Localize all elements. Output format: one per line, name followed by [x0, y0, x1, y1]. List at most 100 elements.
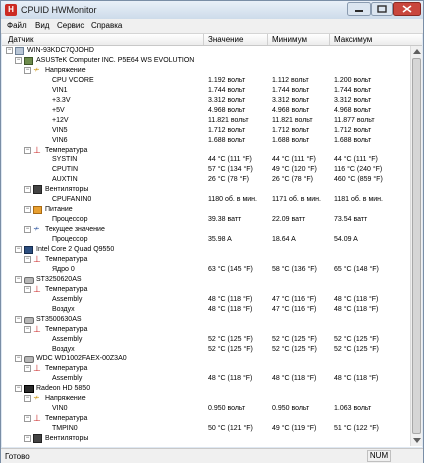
collapse-toggle-icon[interactable]: −	[15, 275, 22, 283]
column-sensor[interactable]: Датчик	[8, 35, 34, 44]
sensor-value: 52 °C (125 °F)	[208, 345, 253, 353]
column-value[interactable]: Значение	[208, 35, 243, 44]
sensor-label: Воздух	[52, 305, 75, 313]
collapse-toggle-icon[interactable]: −	[24, 206, 31, 214]
sensor-label: VIN6	[52, 136, 68, 144]
collapse-toggle-icon[interactable]: −	[15, 355, 22, 363]
sensor-max: 65 °C (148 °F)	[334, 265, 379, 273]
collapse-toggle-icon[interactable]: −	[24, 186, 31, 194]
sensor-row[interactable]: +5V 4.968 вольт 4.968 вольт 4.968 вольт	[2, 106, 410, 115]
voltage-icon: ≁	[33, 64, 40, 74]
collapse-toggle-icon[interactable]: −	[24, 415, 31, 423]
sensor-label: ST3250620AS	[36, 275, 82, 283]
collapse-toggle-icon[interactable]: −	[24, 395, 31, 403]
scrollbar-thumb[interactable]	[412, 58, 421, 434]
tree-node[interactable]: − Вентиляторы	[2, 434, 410, 444]
column-min[interactable]: Минимум	[272, 35, 307, 44]
tree-node[interactable]: − Radeon HD 5850	[2, 384, 410, 394]
sensor-max: 51 °C (122 °F)	[334, 425, 379, 433]
tree-node[interactable]: − ≁ Напряжение	[2, 394, 410, 403]
collapse-toggle-icon[interactable]: −	[24, 66, 31, 74]
sensor-label: VIN1	[52, 86, 68, 94]
collapse-toggle-icon[interactable]: −	[6, 47, 13, 54]
collapse-toggle-icon[interactable]: −	[24, 325, 31, 333]
sensor-row[interactable]: Assembly 52 °C (125 °F) 52 °C (125 °F) 52 °…	[2, 335, 410, 344]
sensor-label: Вентиляторы	[45, 435, 89, 443]
sensor-row[interactable]: AUXTIN 26 °C (78 °F) 26 °C (78 °F) 460 °C (…	[2, 175, 410, 184]
sensor-max: 11.877 вольт	[334, 116, 375, 124]
close-button[interactable]	[393, 2, 421, 16]
collapse-toggle-icon[interactable]: −	[24, 365, 31, 373]
column-max[interactable]: Максимум	[334, 35, 372, 44]
tree-node[interactable]: − Intel Core 2 Quad Q9550	[2, 245, 410, 254]
voltage-icon: ≁	[33, 393, 40, 403]
tree-node[interactable]: − ⊥ Температура	[2, 145, 410, 155]
tree-node[interactable]: − ⊥ Температура	[2, 414, 410, 423]
tree-node[interactable]: − ⊥ Температура	[2, 364, 410, 373]
tree-node[interactable]: − Питание	[2, 205, 410, 215]
column-separator[interactable]	[267, 34, 268, 45]
sensor-label: Температура	[45, 285, 88, 293]
collapse-toggle-icon[interactable]: −	[15, 246, 22, 253]
collapse-toggle-icon[interactable]: −	[24, 285, 31, 293]
collapse-toggle-icon[interactable]: −	[15, 56, 22, 64]
sensor-row[interactable]: VIN1 1.744 вольт 1.744 вольт 1.744 вольт	[2, 86, 410, 95]
tree-node[interactable]: − ASUSTeK Computer INC. P5E64 WS EVOLUTIO…	[2, 56, 410, 65]
column-separator[interactable]	[203, 34, 204, 45]
sensor-row[interactable]: Воздух 48 °C (118 °F) 47 °C (116 °F) 48 °C …	[2, 305, 410, 314]
sensor-row[interactable]: CPUTIN 57 °C (134 °F) 49 °C (120 °F) 116 °C…	[2, 165, 410, 174]
sensor-row[interactable]: Ядро 0 63 °C (145 °F) 58 °C (136 °F) 65 °C …	[2, 265, 410, 274]
sensor-row[interactable]: +3.3V 3.312 вольт 3.312 вольт 3.312 вольт	[2, 96, 410, 105]
sensor-max: 48 °C (118 °F)	[334, 295, 379, 303]
tree-node[interactable]: − Вентиляторы	[2, 185, 410, 195]
sensor-row[interactable]: CPU VCORE 1.192 вольт 1.112 вольт 1.200 вол…	[2, 76, 410, 85]
collapse-toggle-icon[interactable]: −	[15, 315, 22, 323]
menu-tools[interactable]: Сервис	[57, 21, 84, 30]
collapse-toggle-icon[interactable]: −	[24, 255, 31, 263]
tree-node[interactable]: − ≁ Текущее значение	[2, 225, 410, 234]
tree-node[interactable]: − ≁ Напряжение	[2, 64, 410, 75]
hard-drive-icon	[24, 316, 34, 324]
sensor-label: Ядро 0	[52, 265, 75, 273]
tree-node[interactable]: − WDC WD1002FAEX-00Z3A0	[2, 354, 410, 364]
collapse-toggle-icon[interactable]: −	[24, 435, 31, 443]
tree-node[interactable]: − ⊥ Температура	[2, 324, 410, 334]
sensor-label: Температура	[45, 415, 88, 423]
collapse-toggle-icon[interactable]: −	[15, 385, 22, 393]
sensor-row[interactable]: Процессор 39.38 ватт 22.09 ватт 73.54 ватт	[2, 215, 410, 224]
sensor-value: 57 °C (134 °F)	[208, 166, 253, 174]
sensor-value: 0.950 вольт	[208, 405, 246, 413]
sensor-row[interactable]: VIN0 0.950 вольт 0.950 вольт 1.063 вольт	[2, 404, 410, 413]
tree-node[interactable]: − ST3250620AS	[2, 275, 410, 284]
sensor-row[interactable]: VIN6 1.688 вольт 1.688 вольт 1.688 вольт	[2, 136, 410, 145]
minimize-button[interactable]	[347, 2, 371, 16]
collapse-toggle-icon[interactable]: −	[24, 226, 31, 234]
sensor-row[interactable]: Процессор 35.98 A 18.64 A 54.09 A	[2, 235, 410, 244]
tree-node[interactable]: − ⊥ Температура	[2, 254, 410, 264]
sensor-max: 54.09 A	[334, 236, 358, 244]
sensor-row[interactable]: Assembly 48 °C (118 °F) 47 °C (116 °F) 48 °…	[2, 295, 410, 304]
tree-node[interactable]: − ⊥ Температура	[2, 284, 410, 294]
sensor-max: 44 °C (111 °F)	[334, 156, 378, 164]
column-separator[interactable]	[329, 34, 330, 45]
sensor-row[interactable]: SYSTIN 44 °C (111 °F) 44 °C (111 °F) 44 °C …	[2, 155, 410, 164]
sensor-row[interactable]: +12V 11.821 вольт 11.821 вольт 11.877 вольт	[2, 116, 410, 125]
menu-help[interactable]: Справка	[91, 21, 122, 30]
menu-view[interactable]: Вид	[35, 21, 49, 30]
scroll-down-icon[interactable]	[413, 438, 421, 443]
hwmonitor-window: H CPUID HWMonitor Файл Вид Сервис Справк…	[0, 0, 424, 463]
sensor-row[interactable]: VIN5 1.712 вольт 1.712 вольт 1.712 вольт	[2, 126, 410, 135]
maximize-button[interactable]	[371, 2, 393, 16]
sensor-label: VIN0	[52, 405, 68, 413]
tree-node[interactable]: − ST3500630AS	[2, 315, 410, 324]
sensor-row[interactable]: CPUFANIN0 1180 об. в мин. 1171 об. в мин. 1…	[2, 195, 410, 204]
tree-node[interactable]: − WIN-93KDC7QJOHD	[2, 46, 410, 55]
collapse-toggle-icon[interactable]: −	[24, 146, 31, 154]
sensor-tree: − WIN-93KDC7QJOHD − ASUSTeK Computer INC. P…	[2, 46, 410, 446]
scroll-up-icon[interactable]	[413, 49, 421, 54]
vertical-scrollbar[interactable]	[410, 46, 422, 446]
sensor-row[interactable]: TMPIN0 50 °C (121 °F) 49 °C (119 °F) 51 °C …	[2, 424, 410, 433]
menu-file[interactable]: Файл	[7, 21, 27, 30]
sensor-row[interactable]: Воздух 52 °C (125 °F) 52 °C (125 °F) 52 °C …	[2, 345, 410, 354]
sensor-row[interactable]: Assembly 48 °C (118 °F) 48 °C (118 °F) 48 °…	[2, 374, 410, 383]
